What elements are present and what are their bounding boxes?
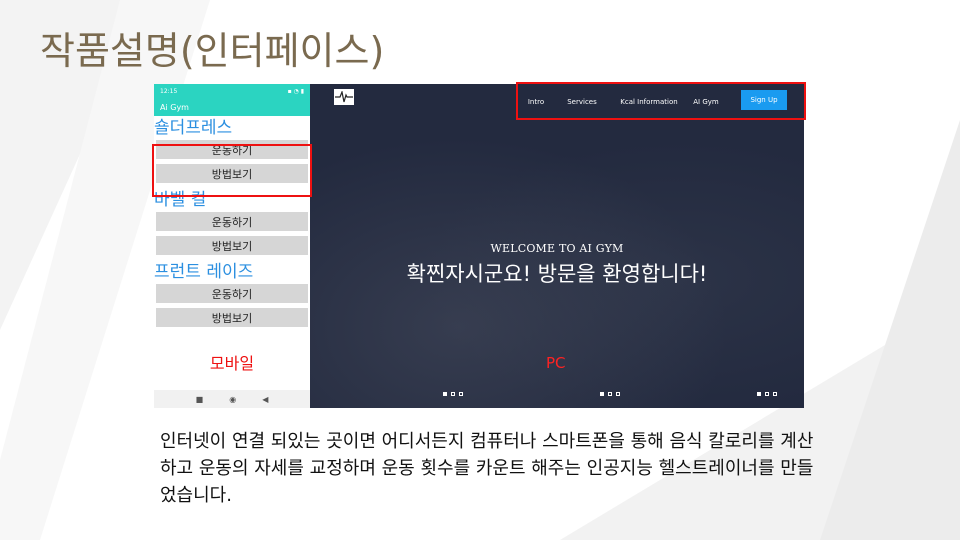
barbell-curl-exercise-button[interactable]: 운동하기: [156, 212, 308, 231]
carousel-dots-left[interactable]: [443, 392, 463, 396]
section-heading-front-raise: 프런트 레이즈: [154, 262, 254, 282]
description-text: 인터넷이 연결 되있는 곳이면 어디서든지 컴퓨터나 스마트폰을 통해 음식 칼…: [160, 431, 814, 506]
signup-button[interactable]: Sign Up: [741, 90, 787, 110]
front-raise-howto-button[interactable]: 방법보기: [156, 308, 308, 327]
mobile-content: 숄더프레스 운동하기 방법보기 바벨 컬 운동하기 방법보기 프런트 레이즈 운…: [154, 116, 310, 327]
android-nav-bar: ■ ◉ ◀: [154, 390, 310, 408]
nav-kcal-link[interactable]: Kcal Information: [612, 98, 686, 106]
status-time: 12:15: [160, 87, 178, 95]
mobile-screenshot: 12:15 ▪ ◔ ▮ Ai Gym 숄더프레스 운동하기 방법보기 바벨 컬 …: [154, 84, 310, 408]
carousel-dots-center[interactable]: [600, 392, 620, 396]
welcome-heading: WELCOME TO AI GYM: [490, 242, 624, 255]
slide-title: 작품설명(인터페이스): [40, 29, 385, 73]
app-title: Ai Gym: [160, 102, 189, 112]
nav-services-link[interactable]: Services: [552, 98, 612, 106]
hero-text: 확찐자시군요! 방문을 환영합니다!: [406, 262, 708, 286]
shoulder-press-exercise-button[interactable]: 운동하기: [156, 140, 308, 159]
nav-intro-link[interactable]: Intro: [520, 98, 552, 106]
back-nav-icon[interactable]: ◀: [262, 395, 268, 404]
shoulder-press-howto-button[interactable]: 방법보기: [156, 164, 308, 183]
square-nav-icon[interactable]: ■: [196, 395, 204, 404]
front-raise-exercise-button[interactable]: 운동하기: [156, 284, 308, 303]
section-heading-barbell-curl: 바벨 컬: [154, 190, 207, 210]
carousel-dots-right[interactable]: [757, 392, 777, 396]
section-heading-shoulder-press: 숄더프레스: [154, 118, 233, 138]
mobile-label: 모바일: [209, 354, 255, 373]
barbell-curl-howto-button[interactable]: 방법보기: [156, 236, 308, 255]
mobile-app-bar: Ai Gym: [154, 98, 310, 116]
pc-screenshot: Intro Services Kcal Information AI Gym S…: [310, 84, 804, 408]
pulse-logo-icon[interactable]: [334, 89, 354, 105]
pc-label: PC: [546, 354, 566, 372]
home-nav-icon[interactable]: ◉: [229, 395, 236, 404]
nav-aigym-link[interactable]: AI Gym: [686, 98, 726, 106]
status-icons: ▪ ◔ ▮: [287, 87, 304, 95]
mobile-status-bar: 12:15 ▪ ◔ ▮: [154, 84, 310, 98]
